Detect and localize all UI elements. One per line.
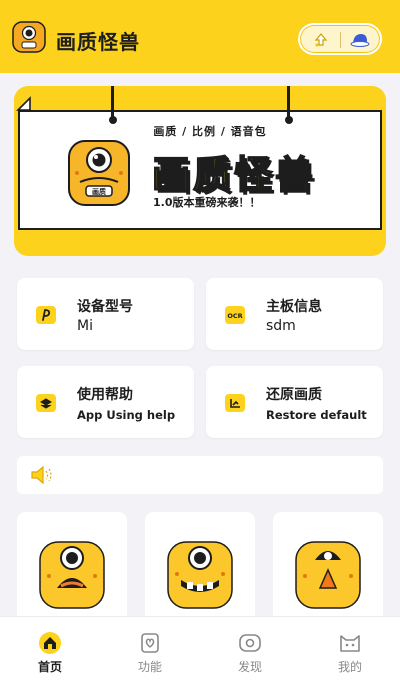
card-value: sdm	[266, 318, 296, 334]
card-value: Mi	[77, 318, 93, 334]
notice-bar[interactable]	[17, 456, 383, 494]
app-logo-icon	[12, 21, 46, 53]
banner-subtitle: 1.0版本重磅来袭！！	[153, 196, 261, 209]
tab-profile[interactable]: 我的	[300, 617, 400, 688]
restore-chart-icon	[225, 394, 245, 412]
book-help-icon	[36, 394, 56, 412]
tab-features[interactable]: 功能	[100, 617, 200, 688]
mascot-badge-label: 画质	[92, 187, 106, 196]
bottom-tab-bar: 首页 功能 发现 我的	[0, 616, 400, 688]
card-value: App Using help	[77, 408, 176, 422]
help-card[interactable]: 使用帮助 App Using help	[17, 366, 194, 438]
tab-label: 发现	[237, 660, 262, 674]
card-title: 主板信息	[266, 299, 322, 315]
tab-discover[interactable]: 发现	[200, 617, 300, 688]
banner-hanger-right	[287, 86, 290, 120]
app-header: 画质怪兽	[0, 0, 400, 73]
ocr-label: OCR	[227, 312, 242, 320]
board-info-card[interactable]: OCR 主板信息 sdm	[206, 278, 383, 350]
feature-heart-icon	[141, 633, 159, 653]
tab-label: 首页	[37, 660, 62, 674]
monster-card-2[interactable]	[145, 512, 255, 632]
card-title: 设备型号	[77, 299, 133, 315]
header-capsule[interactable]	[298, 23, 382, 55]
capsule-divider	[340, 32, 341, 48]
monster-teeth-icon	[167, 541, 233, 609]
banner-big-title: 画质怪兽	[151, 152, 317, 198]
lightbulb-icon[interactable]	[312, 31, 330, 49]
app-title: 画质怪兽	[56, 30, 140, 54]
banner-tags: 画质 / 比例 / 语音包	[153, 125, 267, 138]
monster-shout-icon	[39, 541, 105, 609]
home-icon	[39, 632, 61, 654]
device-model-card[interactable]: 设备型号 Mi	[17, 278, 194, 350]
restore-card[interactable]: 还原画质 Restore default	[206, 366, 383, 438]
monster-card-3[interactable]	[273, 512, 383, 632]
discover-eye-icon	[239, 634, 261, 652]
tab-label: 功能	[137, 660, 162, 674]
banner-hanger-left	[111, 86, 114, 120]
paper-fold-icon	[16, 96, 31, 111]
tab-label: 我的	[337, 660, 362, 674]
profile-cat-icon	[340, 635, 360, 652]
card-title: 还原画质	[266, 387, 322, 403]
monster-card-1[interactable]	[17, 512, 127, 632]
hat-icon[interactable]	[350, 31, 370, 49]
tab-home[interactable]: 首页	[0, 617, 100, 688]
speaker-icon	[31, 465, 52, 485]
card-value: Restore default	[266, 408, 367, 422]
phone-brand-icon	[36, 306, 56, 324]
card-title: 使用帮助	[77, 387, 133, 403]
banner-mascot-icon: 画质	[68, 140, 130, 206]
ocr-chip-icon: OCR	[225, 306, 245, 324]
monster-alarm-icon	[295, 541, 361, 609]
